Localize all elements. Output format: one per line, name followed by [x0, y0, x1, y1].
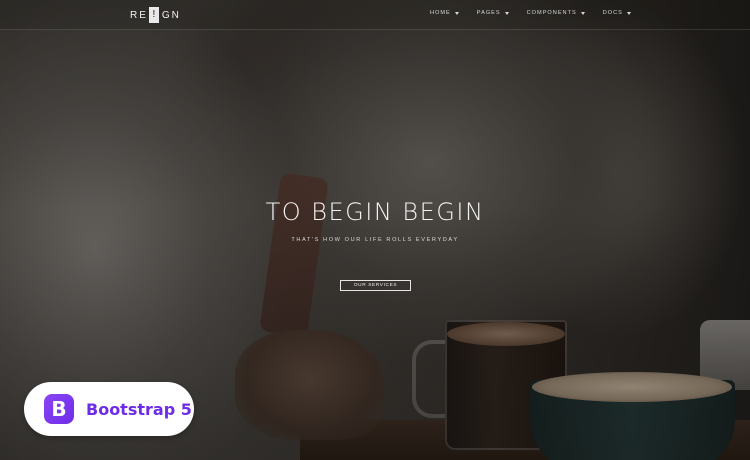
nav-item-docs[interactable]: DOCS: [603, 10, 631, 16]
nav-item-label: PAGES: [476, 10, 501, 16]
nav-item-pages[interactable]: PAGES: [477, 10, 509, 16]
nav-item-home[interactable]: HOME: [430, 10, 459, 16]
nav-item-label: COMPONENTS: [526, 10, 577, 16]
brand-mark: !: [148, 7, 159, 23]
bootstrap-badge: B Bootstrap 5: [24, 382, 194, 436]
brand-text-right: GN: [161, 9, 181, 21]
nav-item-components[interactable]: COMPONENTS: [527, 10, 585, 16]
caret-down-icon: [454, 11, 459, 15]
bootstrap-badge-label: Bootstrap 5: [86, 399, 192, 419]
top-navbar: RE ! GN HOME PAGES COMPONENTS DOCS: [0, 0, 750, 30]
brand-text-left: RE: [130, 9, 148, 21]
brand-logo[interactable]: RE ! GN: [130, 7, 181, 23]
nav-item-label: DOCS: [602, 10, 623, 16]
caret-down-icon: [626, 11, 631, 15]
hero-title: TO BEGIN BEGIN: [265, 198, 485, 226]
our-services-button[interactable]: OUR SERVICES: [340, 280, 411, 291]
main-nav: HOME PAGES COMPONENTS DOCS: [430, 10, 649, 16]
nav-item-label: HOME: [430, 10, 451, 16]
bootstrap-logo-icon: B: [44, 394, 74, 424]
caret-down-icon: [504, 11, 509, 15]
caret-down-icon: [580, 11, 585, 15]
hero-subtitle: THAT'S HOW OUR LIFE ROLLS EVERYDAY: [291, 237, 459, 243]
